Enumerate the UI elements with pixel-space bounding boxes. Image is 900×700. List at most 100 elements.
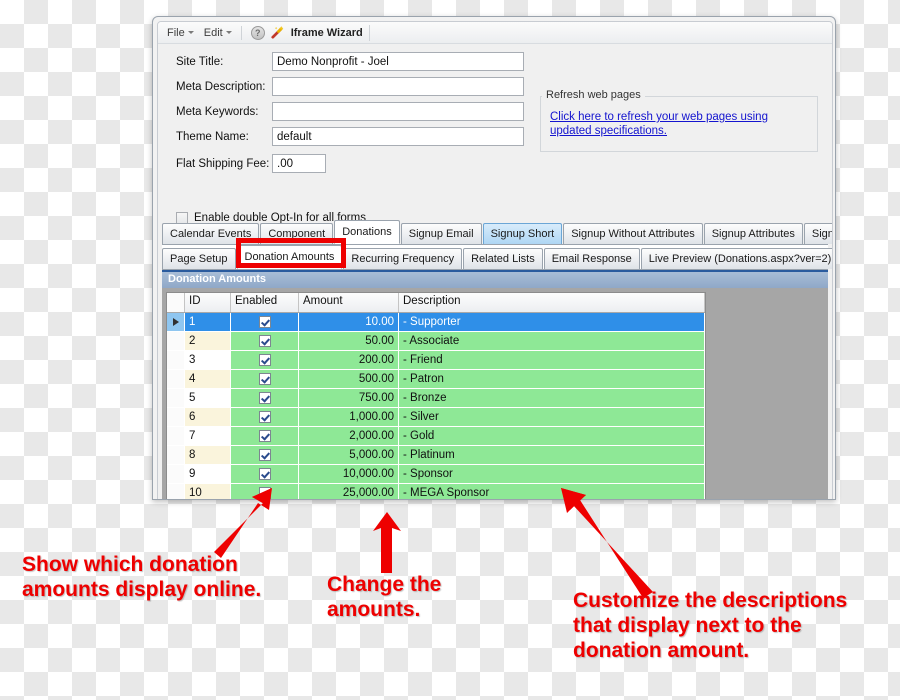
cell-id[interactable]: 2 — [185, 332, 231, 351]
enabled-checkbox[interactable] — [258, 411, 271, 423]
cell-description[interactable]: - Patron — [399, 370, 705, 389]
cell-description[interactable]: - Silver — [399, 408, 705, 427]
row-selector[interactable] — [167, 408, 185, 427]
cell-amount[interactable]: 750.00 — [299, 389, 399, 408]
table-row[interactable]: 10 25,000.00- MEGA Sponsor — [167, 484, 705, 499]
cell-id[interactable]: 4 — [185, 370, 231, 389]
cell-enabled[interactable] — [231, 408, 299, 427]
meta-keywords-input[interactable] — [272, 102, 524, 121]
cell-enabled[interactable] — [231, 370, 299, 389]
cell-description[interactable]: - Gold — [399, 427, 705, 446]
site-title-input[interactable] — [272, 52, 524, 71]
row-selector[interactable] — [167, 370, 185, 389]
cell-id[interactable]: 10 — [185, 484, 231, 499]
cell-enabled[interactable] — [231, 389, 299, 408]
tab-signup-attributes[interactable]: Signup Attributes — [703, 223, 803, 244]
tab-component[interactable]: Component — [260, 223, 334, 244]
help-button[interactable]: ? — [246, 24, 270, 42]
grid-header-id[interactable]: ID — [185, 293, 231, 312]
cell-enabled[interactable] — [231, 484, 299, 499]
menu-edit[interactable]: Edit — [199, 25, 237, 41]
row-selector[interactable] — [167, 313, 185, 332]
enabled-checkbox[interactable] — [258, 335, 271, 347]
meta-description-input[interactable] — [272, 77, 524, 96]
cell-id[interactable]: 1 — [185, 313, 231, 332]
row-selector[interactable] — [167, 484, 185, 499]
cell-id[interactable]: 6 — [185, 408, 231, 427]
enabled-checkbox[interactable] — [258, 392, 271, 404]
tab-signup-short[interactable]: Signup Short — [482, 223, 563, 244]
cell-amount[interactable]: 500.00 — [299, 370, 399, 389]
row-selector[interactable] — [167, 427, 185, 446]
table-row[interactable]: 7 2,000.00- Gold — [167, 427, 705, 446]
grid-header-enabled[interactable]: Enabled — [231, 293, 299, 312]
cell-enabled[interactable] — [231, 465, 299, 484]
cell-enabled[interactable] — [231, 332, 299, 351]
subtab-email-response[interactable]: Email Response — [543, 248, 640, 269]
cell-description[interactable]: - Bronze — [399, 389, 705, 408]
cell-id[interactable]: 7 — [185, 427, 231, 446]
cell-amount[interactable]: 50.00 — [299, 332, 399, 351]
cell-enabled[interactable] — [231, 446, 299, 465]
tab-signup-post[interactable]: Signup Post — [803, 223, 832, 244]
cell-amount[interactable]: 1,000.00 — [299, 408, 399, 427]
cell-description[interactable]: - Platinum — [399, 446, 705, 465]
cell-description[interactable]: - Associate — [399, 332, 705, 351]
cell-enabled[interactable] — [231, 427, 299, 446]
table-row[interactable]: 3 200.00- Friend — [167, 351, 705, 370]
cell-id[interactable]: 3 — [185, 351, 231, 370]
cell-amount[interactable]: 5,000.00 — [299, 446, 399, 465]
enabled-checkbox[interactable] — [258, 316, 271, 328]
cell-description[interactable]: - Supporter — [399, 313, 705, 332]
table-row[interactable]: 2 50.00- Associate — [167, 332, 705, 351]
cell-amount[interactable]: 25,000.00 — [299, 484, 399, 499]
tab-signup-without-attributes[interactable]: Signup Without Attributes — [563, 223, 703, 244]
donation-amounts-grid[interactable]: ID Enabled Amount Description 1 10.00- Suppo… — [166, 292, 706, 499]
cell-id[interactable]: 8 — [185, 446, 231, 465]
subtab-recurring-frequency[interactable]: Recurring Frequency — [343, 248, 463, 269]
cell-amount[interactable]: 2,000.00 — [299, 427, 399, 446]
refresh-web-pages-link[interactable]: Click here to refresh your web pages usi… — [550, 110, 802, 138]
tab-calendar-events[interactable]: Calendar Events — [162, 223, 260, 244]
cell-description[interactable]: - Friend — [399, 351, 705, 370]
row-selector[interactable] — [167, 389, 185, 408]
cell-amount[interactable]: 10,000.00 — [299, 465, 399, 484]
cell-id[interactable]: 5 — [185, 389, 231, 408]
cell-enabled[interactable] — [231, 351, 299, 370]
cell-id[interactable]: 9 — [185, 465, 231, 484]
subtab-live-preview-donations-aspx-ver-2[interactable]: Live Preview (Donations.aspx?ver=2) — [640, 248, 832, 269]
enabled-checkbox[interactable] — [258, 468, 271, 480]
table-row[interactable]: 6 1,000.00- Silver — [167, 408, 705, 427]
cell-amount[interactable]: 10.00 — [299, 313, 399, 332]
tab-signup-email[interactable]: Signup Email — [400, 223, 482, 244]
flat-shipping-fee-input[interactable] — [272, 154, 326, 173]
grid-header-description[interactable]: Description — [399, 293, 705, 312]
enabled-checkbox[interactable] — [258, 487, 271, 499]
table-row[interactable]: 8 5,000.00- Platinum — [167, 446, 705, 465]
cell-description[interactable]: - Sponsor — [399, 465, 705, 484]
row-selector[interactable] — [167, 332, 185, 351]
subtab-page-setup[interactable]: Page Setup — [162, 248, 236, 269]
chevron-down-icon — [187, 31, 194, 34]
table-row[interactable]: 4 500.00- Patron — [167, 370, 705, 389]
enabled-checkbox[interactable] — [258, 430, 271, 442]
menu-file[interactable]: File — [162, 25, 199, 41]
cell-amount[interactable]: 200.00 — [299, 351, 399, 370]
cell-enabled[interactable] — [231, 313, 299, 332]
cell-description[interactable]: - MEGA Sponsor — [399, 484, 705, 499]
table-row[interactable]: 1 10.00- Supporter — [167, 313, 705, 332]
enabled-checkbox[interactable] — [258, 354, 271, 366]
theme-name-input[interactable] — [272, 127, 524, 146]
table-row[interactable]: 5 750.00- Bronze — [167, 389, 705, 408]
table-row[interactable]: 9 10,000.00- Sponsor — [167, 465, 705, 484]
iframe-wizard-button[interactable]: Iframe Wizard — [270, 24, 370, 41]
enabled-checkbox[interactable] — [258, 373, 271, 385]
subtab-related-lists[interactable]: Related Lists — [463, 248, 543, 269]
grid-header-amount[interactable]: Amount — [299, 293, 399, 312]
subtab-donation-amounts[interactable]: Donation Amounts — [236, 245, 343, 269]
tab-donations[interactable]: Donations — [334, 220, 400, 244]
row-selector[interactable] — [167, 351, 185, 370]
row-selector[interactable] — [167, 446, 185, 465]
enabled-checkbox[interactable] — [258, 449, 271, 461]
row-selector[interactable] — [167, 465, 185, 484]
